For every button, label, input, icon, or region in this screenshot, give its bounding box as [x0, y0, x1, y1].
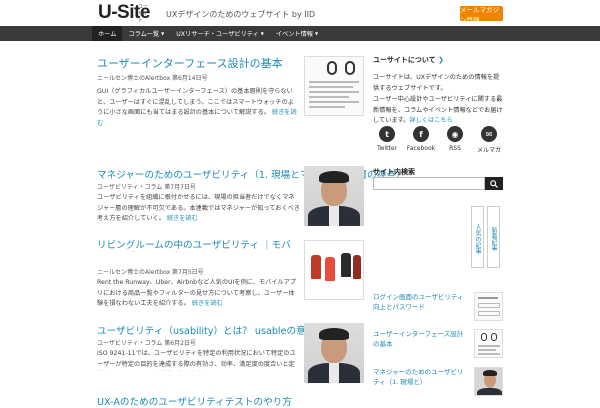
- tab-popular[interactable]: 人気の記事: [471, 206, 484, 268]
- follow-label: Twitter: [376, 145, 398, 152]
- portrait-shirt: [329, 206, 339, 226]
- follow-label: メルマガ: [476, 147, 501, 154]
- feature-excerpt: GUI（グラフィカルユーザーインターフェース）の基本原則を守らないと、ユーザーは…: [97, 87, 300, 129]
- ui-row: [478, 297, 498, 299]
- logo-ruby: ユーサイト: [138, 4, 149, 24]
- watch-band-shape: [345, 61, 355, 75]
- ui-row: [478, 353, 500, 355]
- sidebar-list-item[interactable]: ログイン画面のユーザビリティ向上とパスワード: [373, 292, 469, 312]
- watch-band-shape: [491, 333, 497, 341]
- article-more-link[interactable]: 続きを読む: [192, 300, 223, 307]
- sidebar-list-thumbnail[interactable]: [474, 329, 503, 358]
- follow-label: RSS: [449, 145, 461, 152]
- article-excerpt: ユーザビリティを組織に根付かせるには、現場の担当者だけでなくマネジャー層の理解が…: [97, 193, 300, 225]
- ui-row: [309, 81, 359, 83]
- newsletter-button[interactable]: メールマガジン登録: [460, 6, 503, 24]
- about-text: ユーサイトは、UXデザインのための情報を提供するウェブサイトです。: [373, 74, 500, 92]
- feature-title[interactable]: ユーザーインターフェース設計の基本: [97, 55, 283, 71]
- article-excerpt: Rent the Runway、Uber、Airbnbなど人気のUIを例に、モバ…: [97, 278, 300, 310]
- main-nav: ホーム コラム一覧 ▼ UXリサーチ・ユーザビリティ ▼ イベント情報 ▼: [0, 26, 600, 41]
- portrait-body: [477, 388, 502, 395]
- caret-down-icon: ▼: [161, 31, 165, 36]
- watch-band-shape: [327, 61, 337, 75]
- article-excerpt-text: ISO 9241-11では、ユーザビリティを特定の利用状況において特定のユーザー…: [97, 350, 296, 368]
- ui-row: [309, 96, 349, 98]
- article-title[interactable]: リビングルームの中のユーザビリティ ｜モバイルアプリ3つの落とし穴を避けるために: [97, 240, 300, 252]
- article-meta: ユーザビリティ・コラム 第6月2日号: [97, 340, 196, 347]
- feature-thumbnail[interactable]: [304, 56, 364, 116]
- nav-label: UXリサーチ・ユーザビリティ: [176, 31, 259, 38]
- search-button[interactable]: [485, 177, 503, 190]
- ui-row: [478, 349, 496, 351]
- article-meta: ニールセン博士のAlertbox 第7月5日号: [97, 269, 204, 276]
- follow-twitter[interactable]: t Twitter: [373, 126, 401, 154]
- caret-down-icon: ▼: [260, 31, 264, 36]
- site-header: U-Site ユーサイト UXデザインのためのウェブサイト by IID メール…: [0, 0, 600, 26]
- dress-shape: [325, 257, 335, 281]
- chevron-right-icon: ❯: [438, 56, 444, 64]
- nav-label: ホーム: [98, 31, 117, 38]
- facebook-icon: f: [413, 126, 429, 142]
- article-meta: ユーザビリティ・コラム 第7月7日号: [97, 184, 196, 191]
- article-thumbnail[interactable]: [304, 323, 364, 383]
- search-input[interactable]: [373, 177, 485, 190]
- sidebar-list-item[interactable]: ユーザーインターフェース設計の基本: [373, 329, 469, 349]
- nav-item-columns[interactable]: コラム一覧 ▼: [122, 26, 170, 41]
- article-thumbnail[interactable]: [304, 166, 364, 226]
- follow-links: t Twitter f Facebook ◉ RSS ✉ メルマガ: [373, 126, 503, 154]
- nav-item-events[interactable]: イベント情報 ▼: [270, 26, 324, 41]
- portrait-shirt: [329, 363, 339, 383]
- ui-row: [478, 345, 500, 347]
- dress-shape: [353, 255, 361, 279]
- article-more-link[interactable]: 続きを読む: [167, 215, 198, 222]
- ui-row: [309, 101, 359, 103]
- sidebar-list-thumbnail[interactable]: [474, 292, 503, 321]
- portrait-hair: [483, 370, 497, 376]
- article-title-text: リビングルームの中のユーザビリティ ｜モバイルアプリ3つの落とし穴を避けるために: [97, 240, 291, 251]
- about-text-2: ユーザー中心設計やユーザビリティに関する最新情報を、コラムやイベント情報などでお…: [373, 95, 503, 127]
- follow-mail[interactable]: ✉ メルマガ: [475, 126, 503, 154]
- sidebar-list-item[interactable]: マネジャーのためのユーザビリティ（1. 現場と）: [373, 367, 469, 387]
- search-heading: サイト内検索: [373, 168, 415, 176]
- about-more-link[interactable]: 詳しくはこちら: [409, 117, 452, 124]
- mail-icon: ✉: [481, 126, 497, 142]
- nav-label: コラム一覧: [128, 31, 160, 38]
- ui-row: [309, 106, 345, 108]
- feature-meta: ニールセン博士のAlertbox 第6月14日号: [97, 75, 208, 82]
- search-icon: [490, 179, 498, 188]
- article-excerpt: ISO 9241-11では、ユーザビリティを特定の利用状況において特定のユーザー…: [97, 349, 300, 371]
- ui-row: [309, 91, 359, 93]
- portrait-hair: [319, 328, 349, 340]
- nav-item-home[interactable]: ホーム: [92, 26, 123, 41]
- follow-facebook[interactable]: f Facebook: [407, 126, 435, 154]
- dress-shape: [341, 253, 351, 277]
- about-heading[interactable]: ユーサイトについて ❯: [373, 55, 444, 65]
- ui-field: [478, 303, 500, 308]
- ui-field: [478, 311, 500, 316]
- sidebar-list-thumbnail[interactable]: [474, 367, 503, 396]
- feature-excerpt-text: GUI（グラフィカルユーザーインターフェース）の基本原則を守らないと、ユーザーは…: [97, 88, 294, 116]
- caret-down-icon: ▼: [314, 31, 319, 36]
- about-heading-text: ユーサイトについて: [373, 56, 436, 64]
- ui-row: [309, 86, 353, 88]
- article-thumbnail[interactable]: [304, 240, 364, 300]
- site-tagline: UXデザインのためのウェブサイト by IID: [166, 10, 316, 19]
- nav-item-ux-research[interactable]: UXリサーチ・ユーザビリティ ▼: [170, 26, 270, 41]
- twitter-icon: t: [379, 126, 395, 142]
- watch-band-shape: [481, 333, 487, 341]
- follow-rss[interactable]: ◉ RSS: [441, 126, 469, 154]
- follow-label: Facebook: [406, 145, 436, 152]
- tab-new[interactable]: 新着記事: [487, 206, 500, 268]
- article-title[interactable]: UX-Aのためのユーザビリティテストのやり方: [97, 394, 292, 408]
- nav-label: イベント情報: [275, 31, 313, 38]
- article-excerpt-text: ユーザビリティを組織に根付かせるには、現場の担当者だけでなくマネジャー層の理解が…: [97, 194, 301, 222]
- rss-icon: ◉: [447, 126, 463, 142]
- portrait-hair: [319, 171, 349, 183]
- dress-shape: [311, 255, 321, 279]
- site-logo[interactable]: U-Site ユーサイト: [98, 2, 150, 24]
